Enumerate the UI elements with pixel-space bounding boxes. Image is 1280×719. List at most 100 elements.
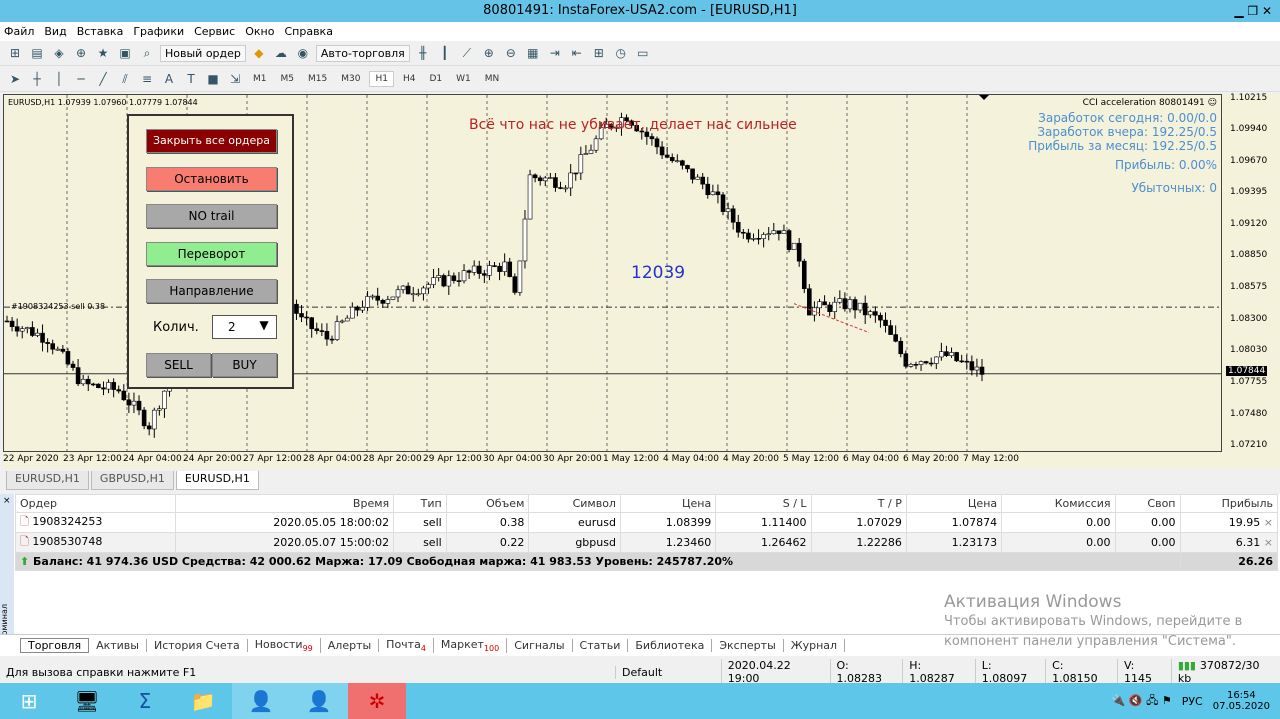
rectangle-icon[interactable]: ■ [204,70,222,88]
column-header[interactable]: Символ [528,494,621,513]
server-manager-icon[interactable]: 🖥 [58,683,116,719]
metatrader-icon[interactable]: ✲ [348,683,406,719]
close-all-orders-button[interactable]: Закрыть все ордера [146,129,277,153]
terminal-tab[interactable]: Активы [89,639,147,652]
column-header[interactable]: T / P [810,494,907,513]
bar-chart-icon[interactable]: ╫ [414,44,432,62]
column-header[interactable]: Своп [1114,494,1181,513]
terminal-tab[interactable]: Торговля [20,638,90,653]
menu-insert[interactable]: Вставка [77,25,124,38]
terminal-tab[interactable]: Эксперты [712,639,784,652]
vertical-line-icon[interactable]: │ [50,70,68,88]
tester-icon[interactable]: ⌕ [138,44,156,62]
tf-w1[interactable]: W1 [451,72,476,86]
column-header[interactable]: Прибыль [1179,494,1278,513]
terminal-tab[interactable]: Журнал [784,639,846,652]
menu-view[interactable]: Вид [44,25,66,38]
tf-m5[interactable]: M5 [276,72,300,86]
arrows-icon[interactable]: ⇲ [226,70,244,88]
terminal-tab[interactable]: Сигналы [507,639,573,652]
file-explorer-icon[interactable]: 📁 [174,683,232,719]
remote-desktop-icon[interactable]: 👤 [290,683,348,719]
tf-d1[interactable]: D1 [424,72,447,86]
new-order-button[interactable]: Новый ордер [160,44,246,62]
close-order-icon[interactable]: × [1260,516,1273,529]
terminal-tab[interactable]: Алерты [321,639,380,652]
zoom-in-icon[interactable]: ⊕ [480,44,498,62]
tray-icons[interactable]: 🔌 🔇 🖧 ⚑ [1112,692,1172,711]
menu-file[interactable]: Файл [4,25,34,38]
terminal-tab[interactable]: Библиотека [628,639,713,652]
fibo-icon[interactable]: ≡ [138,70,156,88]
column-header[interactable]: Комиссия [1001,494,1116,513]
close-order-icon[interactable]: × [1260,536,1273,549]
powershell-icon[interactable]: Σ [116,683,174,719]
terminal-tab[interactable]: Почта4 [379,637,434,654]
terminal-tab[interactable]: Маркет100 [434,637,508,654]
menu-charts[interactable]: Графики [133,25,184,38]
terminal-tab[interactable]: История Счета [147,639,248,652]
windows-start-icon[interactable]: ⊞ [0,683,58,719]
trail-button[interactable]: NO trail [146,204,277,228]
cursor-icon[interactable]: ➤ [6,70,24,88]
table-row[interactable]: 🗋 1908324253 2020.05.05 18:00:02 sell 0.38 e… [15,512,1278,533]
reverse-button[interactable]: Переворот [146,242,277,266]
tf-mn[interactable]: MN [480,72,505,86]
tf-m30[interactable]: M30 [336,72,365,86]
horizontal-line-icon[interactable]: ─ [72,70,90,88]
templates-icon[interactable]: ▭ [634,44,652,62]
terminal-tab[interactable]: Статьи [573,639,629,652]
table-row[interactable]: 🗋 1908530748 2020.05.07 15:00:02 sell 0.22 g… [15,532,1278,553]
buy-button[interactable]: BUY [212,353,277,377]
terminal-icon[interactable]: ▣ [116,44,134,62]
chart-tab[interactable]: EURUSD,H1 [6,471,89,490]
chart-tab[interactable]: GBPUSD,H1 [90,471,174,490]
column-header[interactable]: Цена [619,494,717,513]
menu-tools[interactable]: Сервис [194,25,235,38]
profiles-icon[interactable]: ▤ [28,44,46,62]
autotrade-button[interactable]: Авто-торговля [315,44,410,62]
stop-button[interactable]: Остановить [146,167,277,191]
tf-m15[interactable]: M15 [303,72,332,86]
tf-h1[interactable]: H1 [369,71,394,87]
crosshair-tool-icon[interactable]: ┼ [28,70,46,88]
indicators-icon[interactable]: ⊞ [590,44,608,62]
text-icon[interactable]: A [160,70,178,88]
sell-button[interactable]: SELL [146,353,211,377]
close-icon[interactable]: × [3,496,11,506]
window-controls[interactable]: ▁ ❐ ✕ [1234,0,1272,22]
column-header[interactable]: Тип [393,494,447,513]
qty-select[interactable]: 2 ▼ [212,315,277,339]
signals-icon[interactable]: ◉ [294,44,312,62]
vps-icon[interactable]: ☁ [272,44,290,62]
crosshair-icon[interactable]: ⊕ [72,44,90,62]
line-chart-icon[interactable]: ⟋ [458,44,476,62]
label-icon[interactable]: T [182,70,200,88]
market-watch-icon[interactable]: ◈ [50,44,68,62]
remote-desktop-icon[interactable]: 👤 [232,683,290,719]
periods-icon[interactable]: ◷ [612,44,630,62]
navigator-icon[interactable]: ★ [94,44,112,62]
candle-chart-icon[interactable]: ┃ [436,44,454,62]
trendline-icon[interactable]: ╱ [94,70,112,88]
new-chart-icon[interactable]: ⊞ [6,44,24,62]
chart-shift-icon[interactable]: ⇤ [568,44,586,62]
zoom-out-icon[interactable]: ⊖ [502,44,520,62]
tf-m1[interactable]: M1 [248,72,272,86]
chevron-down-icon[interactable]: ▼ [254,318,274,336]
tf-h4[interactable]: H4 [398,72,421,86]
column-header[interactable]: Время [174,494,395,513]
column-header[interactable]: Цена [905,494,1003,513]
column-header[interactable]: Объем [445,494,530,513]
chart-tab-active[interactable]: EURUSD,H1 [175,471,259,490]
channel-icon[interactable]: ⫽ [116,70,134,88]
tile-icon[interactable]: ▦ [524,44,542,62]
menu-window[interactable]: Окно [245,25,274,38]
metaeditor-icon[interactable]: ◆ [250,44,268,62]
direction-button[interactable]: Направление [146,279,277,303]
clock[interactable]: 16:54 07.05.2020 [1213,690,1270,712]
terminal-tab[interactable]: Новости99 [248,637,321,654]
column-header[interactable]: S / L [715,494,812,513]
column-header[interactable]: Ордер [15,494,176,513]
language-indicator[interactable]: РУС [1182,695,1203,708]
